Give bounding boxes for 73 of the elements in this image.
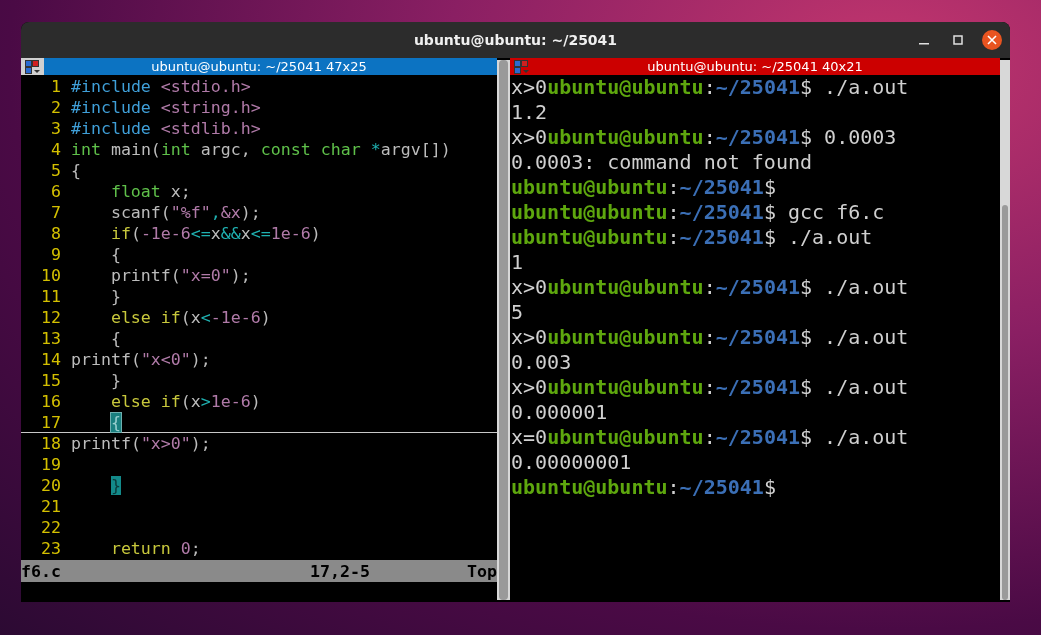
- line-number: 2: [49, 97, 61, 117]
- terminal-line: 5: [511, 300, 525, 325]
- line-number: 14: [39, 349, 61, 369]
- close-button[interactable]: [982, 30, 1002, 50]
- line-number: 16: [39, 391, 61, 411]
- code-text: {: [109, 244, 121, 264]
- code-text: {: [70, 160, 81, 180]
- terminal-line: 0.000001: [511, 400, 609, 425]
- terminal-line: x>0ubuntu@ubuntu:~/25041$ ./a.out: [511, 275, 910, 300]
- code-text: {: [109, 328, 121, 348]
- window-title: ubuntu@ubuntu: ~/25041: [413, 32, 618, 48]
- cursor-position: 17,2-5: [310, 561, 371, 581]
- line-number: 8: [49, 223, 61, 243]
- code-text: float x;: [109, 181, 191, 201]
- line-number: 19: [39, 454, 61, 474]
- line-number: 6: [49, 181, 61, 201]
- code-text: {: [109, 412, 121, 432]
- line-number: 23: [39, 538, 61, 558]
- line-number: 12: [39, 307, 61, 327]
- code-text: printf("x<0");: [70, 349, 211, 369]
- code-text: }: [109, 286, 121, 306]
- line-number: 10: [39, 265, 61, 285]
- scrollbar[interactable]: [1000, 60, 1010, 600]
- scrollbar[interactable]: [497, 60, 510, 600]
- pane-title: ubuntu@ubuntu: ~/25041 47x25: [150, 58, 368, 75]
- code-text: }: [109, 475, 121, 495]
- code-text: printf("x=0");: [109, 265, 251, 285]
- code-text: #include <stdio.h>: [70, 76, 251, 96]
- line-number: 13: [39, 328, 61, 348]
- terminal-line: ubuntu@ubuntu:~/25041$: [511, 175, 777, 200]
- file-name: f6.c: [21, 561, 62, 581]
- minimize-icon: [919, 43, 929, 45]
- line-number: 5: [49, 160, 61, 180]
- code-text: if(-1e-6<=x&&x<=1e-6): [109, 223, 321, 243]
- code-text: else if(x>1e-6): [109, 391, 261, 411]
- line-number: 22: [39, 517, 61, 537]
- code-text: #include <string.h>: [70, 97, 261, 117]
- terminal-line: 0.0003: command not found: [511, 150, 814, 175]
- code-text: int main(int argc, const char *argv[]): [70, 139, 451, 159]
- code-text: scanf("%f",&x);: [109, 202, 261, 222]
- code-text: #include <stdlib.h>: [70, 118, 261, 138]
- terminal-line: x>0ubuntu@ubuntu:~/25041$ ./a.out: [511, 75, 910, 100]
- terminal-line: ubuntu@ubuntu:~/25041$: [511, 475, 777, 500]
- code-text: printf("x>0");: [70, 433, 211, 453]
- close-icon: [987, 35, 997, 45]
- terminal-line: 1.2: [511, 100, 549, 125]
- terminal-line: ubuntu@ubuntu:~/25041$ ./a.out: [511, 225, 874, 250]
- layout-icon[interactable]: [24, 59, 41, 74]
- terminal-line: 1: [511, 250, 525, 275]
- line-number: 18: [39, 433, 61, 453]
- line-number: 11: [39, 286, 61, 306]
- line-number: 9: [49, 244, 61, 264]
- terminal-line: x=0ubuntu@ubuntu:~/25041$ ./a.out: [511, 425, 910, 450]
- line-number: 3: [49, 118, 61, 138]
- line-number: 4: [49, 139, 61, 159]
- line-number: 1: [49, 76, 61, 96]
- line-number: 15: [39, 370, 61, 390]
- line-number: 21: [39, 496, 61, 516]
- line-number: 7: [49, 202, 61, 222]
- terminal-line: x>0ubuntu@ubuntu:~/25041$ ./a.out: [511, 325, 910, 350]
- code-text: return 0;: [109, 538, 201, 558]
- terminal-line: 0.003: [511, 350, 573, 375]
- line-number: 20: [39, 475, 61, 495]
- terminal-line: ubuntu@ubuntu:~/25041$ gcc f6.c: [511, 200, 886, 225]
- scroll-position: Top: [467, 561, 497, 581]
- terminal-line: x>0ubuntu@ubuntu:~/25041$ ./a.out: [511, 375, 910, 400]
- code-text: else if(x<-1e-6): [109, 307, 271, 327]
- line-number: 17: [39, 412, 61, 432]
- code-text: }: [109, 370, 121, 390]
- pane-title: ubuntu@ubuntu: ~/25041 40x21: [646, 58, 864, 75]
- terminal-line: x>0ubuntu@ubuntu:~/25041$ 0.0003: [511, 125, 898, 150]
- terminal-line: 0.00000001: [511, 450, 633, 475]
- maximize-icon: [952, 34, 964, 46]
